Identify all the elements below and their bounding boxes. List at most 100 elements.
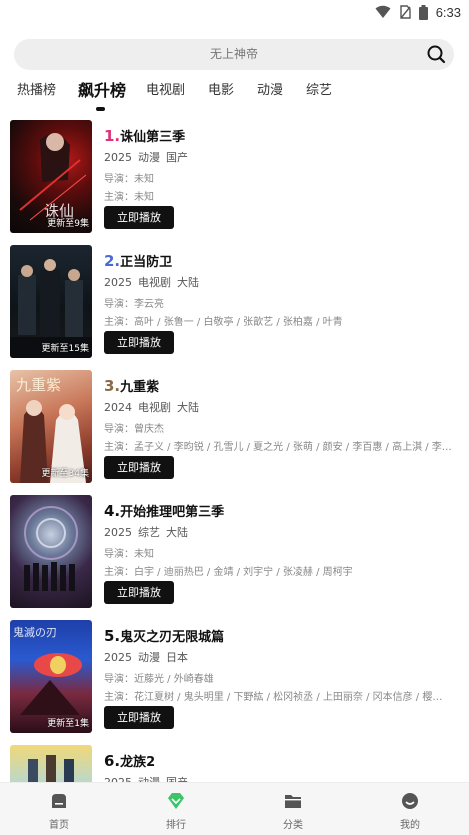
item-year: 2025 — [104, 526, 132, 539]
play-now-button[interactable]: 立即播放 — [104, 581, 174, 604]
item-region: 国产 — [166, 151, 188, 164]
poster-image[interactable]: 九重紫 更新至34集 — [10, 370, 92, 483]
list-item[interactable]: 4.开始推理吧第三季 2025 综艺 大陆 导演：未知 主演：白宇 / 迪丽热巴 /… — [0, 495, 469, 608]
play-now-button[interactable]: 立即播放 — [104, 206, 174, 229]
nav-category-label[interactable]: 分类 — [263, 816, 323, 831]
item-director: 导演：未知 — [104, 549, 154, 560]
nav-home-label[interactable]: 首页 — [29, 816, 89, 831]
search-placeholder[interactable]: 无上神帝 — [14, 39, 454, 70]
item-type: 综艺 — [138, 526, 160, 539]
item-cast: 主演：孟子义 / 李昀锐 / 孔雪儿 / 夏之光 / 张萌 / 颜安 / 李百惠… — [104, 442, 452, 453]
category-tabs: 热播榜 飙升榜 电视剧 电影 动漫 综艺 — [0, 78, 469, 112]
item-type: 动漫 — [138, 651, 160, 664]
poster-image[interactable]: 诛仙 更新至9集 — [10, 120, 92, 233]
item-type: 电视剧 — [138, 401, 171, 414]
title-text: 九重紫 — [120, 380, 160, 395]
item-cast: 主演：花江夏树 / 鬼头明里 / 下野紘 / 松冈祯丞 / 上田丽奈 / 冈本信… — [104, 692, 443, 703]
nav-rank-label[interactable]: 排行 — [146, 816, 206, 831]
item-meta: 2025 电视剧 大陆 — [104, 274, 205, 290]
item-type: 动漫 — [138, 151, 160, 164]
poster-update-label: 更新至9集 — [47, 219, 89, 229]
profile-icon[interactable] — [401, 792, 419, 810]
active-tab-indicator — [96, 107, 105, 111]
list-item[interactable]: 九重紫 更新至34集 3.九重紫 2024 电视剧 大陆 导演：曾庆杰 主演：孟子义… — [0, 370, 469, 483]
nav-category[interactable]: 分类 — [263, 783, 323, 835]
search-bar[interactable]: 无上神帝 — [14, 39, 454, 70]
item-director: 导演：李云亮 — [104, 299, 164, 310]
tab-movie[interactable]: 电影 — [208, 78, 234, 104]
play-now-button[interactable]: 立即播放 — [104, 456, 174, 479]
item-type: 电视剧 — [138, 276, 171, 289]
list-item[interactable]: 鬼滅の刃 更新至1集 5.鬼灭之刃无限城篇 2025 动漫 日本 导演：近藤光 / … — [0, 620, 469, 733]
rank-number: 2. — [104, 252, 121, 270]
nav-mine[interactable]: 我的 — [380, 783, 440, 835]
rank-number: 3. — [104, 377, 121, 395]
folder-icon[interactable] — [284, 792, 302, 810]
tab-variety[interactable]: 综艺 — [306, 78, 332, 104]
list-item[interactable]: 更新至15集 2.正当防卫 2025 电视剧 大陆 导演：李云亮 主演：高叶 / 张… — [0, 245, 469, 358]
poster-art — [24, 506, 78, 591]
item-title[interactable]: 2.正当防卫 — [104, 251, 172, 270]
battery-icon — [418, 4, 428, 20]
play-now-button[interactable]: 立即播放 — [104, 706, 174, 729]
item-cast: 主演：高叶 / 张鲁一 / 白敬亭 / 张歆艺 / 张柏嘉 / 叶青 — [104, 317, 343, 328]
tab-hot[interactable]: 热播榜 — [17, 78, 56, 104]
rank-number: 5. — [104, 627, 121, 645]
item-region: 日本 — [166, 651, 188, 664]
title-text: 开始推理吧第三季 — [120, 505, 225, 520]
item-year: 2024 — [104, 401, 132, 414]
item-region: 大陆 — [177, 276, 199, 289]
poster-image[interactable]: 鬼滅の刃 更新至1集 — [10, 620, 92, 733]
list-item[interactable]: 6.龙族2 2025动漫国产 — [0, 745, 469, 782]
item-meta: 2025动漫国产 — [104, 774, 194, 782]
item-meta: 2025 动漫 日本 — [104, 649, 194, 665]
item-cast: 主演：未知 — [104, 192, 154, 203]
item-meta: 2025 动漫国产 — [104, 149, 194, 165]
item-meta: 2024 电视剧 大陆 — [104, 399, 205, 415]
search-icon[interactable] — [426, 44, 446, 64]
status-bar: 6:33 — [0, 0, 469, 24]
status-time: 6:33 — [435, 4, 461, 20]
poster-image[interactable] — [10, 745, 92, 782]
rank-diamond-icon[interactable] — [167, 792, 185, 810]
item-title[interactable]: 4.开始推理吧第三季 — [104, 501, 224, 520]
play-now-button[interactable]: 立即播放 — [104, 331, 174, 354]
item-region: 大陆 — [166, 526, 188, 539]
poster-logo: 九重紫 — [16, 376, 62, 394]
poster-update-label: 更新至34集 — [41, 469, 89, 479]
item-cast: 主演：白宇 / 迪丽热巴 / 金靖 / 刘宇宁 / 张凌赫 / 周柯宇 — [104, 567, 353, 578]
wifi-icon — [375, 5, 391, 18]
title-text: 鬼灭之刃无限城篇 — [120, 630, 225, 645]
poster-update-label: 更新至15集 — [41, 344, 89, 354]
item-region: 大陆 — [177, 401, 199, 414]
item-director: 导演：未知 — [104, 174, 154, 185]
bottom-nav: 首页 排行 分类 我的 — [0, 782, 469, 835]
item-year: 2025 — [104, 276, 132, 289]
item-meta: 2025 综艺 大陆 — [104, 524, 194, 540]
list-item[interactable]: 诛仙 更新至9集 1.诛仙第三季 2025 动漫 国产 导演：未知 主演：未知 立即… — [0, 120, 469, 233]
tab-rising[interactable]: 飙升榜 — [78, 78, 126, 104]
rank-number: 4. — [104, 502, 121, 520]
poster-image[interactable]: 更新至15集 — [10, 245, 92, 358]
nav-mine-label[interactable]: 我的 — [380, 816, 440, 831]
rank-number: 6. — [104, 752, 121, 770]
item-title[interactable]: 1.诛仙第三季 — [104, 126, 185, 145]
tab-tv[interactable]: 电视剧 — [146, 78, 185, 104]
item-title[interactable]: 6.龙族2 — [104, 751, 155, 770]
poster-image[interactable] — [10, 495, 92, 608]
ranking-list[interactable]: 诛仙 更新至9集 1.诛仙第三季 2025 动漫 国产 导演：未知 主演：未知 立即… — [0, 120, 469, 782]
poster-art — [28, 755, 74, 782]
item-year: 2025 — [104, 151, 132, 164]
nav-rank[interactable]: 排行 — [146, 783, 206, 835]
nav-home[interactable]: 首页 — [29, 783, 89, 835]
rank-number: 1. — [104, 127, 121, 145]
status-icons: 6:33 — [375, 3, 461, 21]
item-title[interactable]: 3.九重紫 — [104, 376, 159, 395]
item-title[interactable]: 5.鬼灭之刃无限城篇 — [104, 626, 224, 645]
title-text: 正当防卫 — [120, 255, 173, 270]
tab-anime[interactable]: 动漫 — [257, 78, 283, 104]
item-director: 导演：近藤光 / 外崎春雄 — [104, 674, 214, 685]
title-text: 龙族2 — [120, 755, 156, 770]
home-icon[interactable] — [50, 792, 68, 810]
poster-update-label: 更新至1集 — [47, 719, 89, 729]
